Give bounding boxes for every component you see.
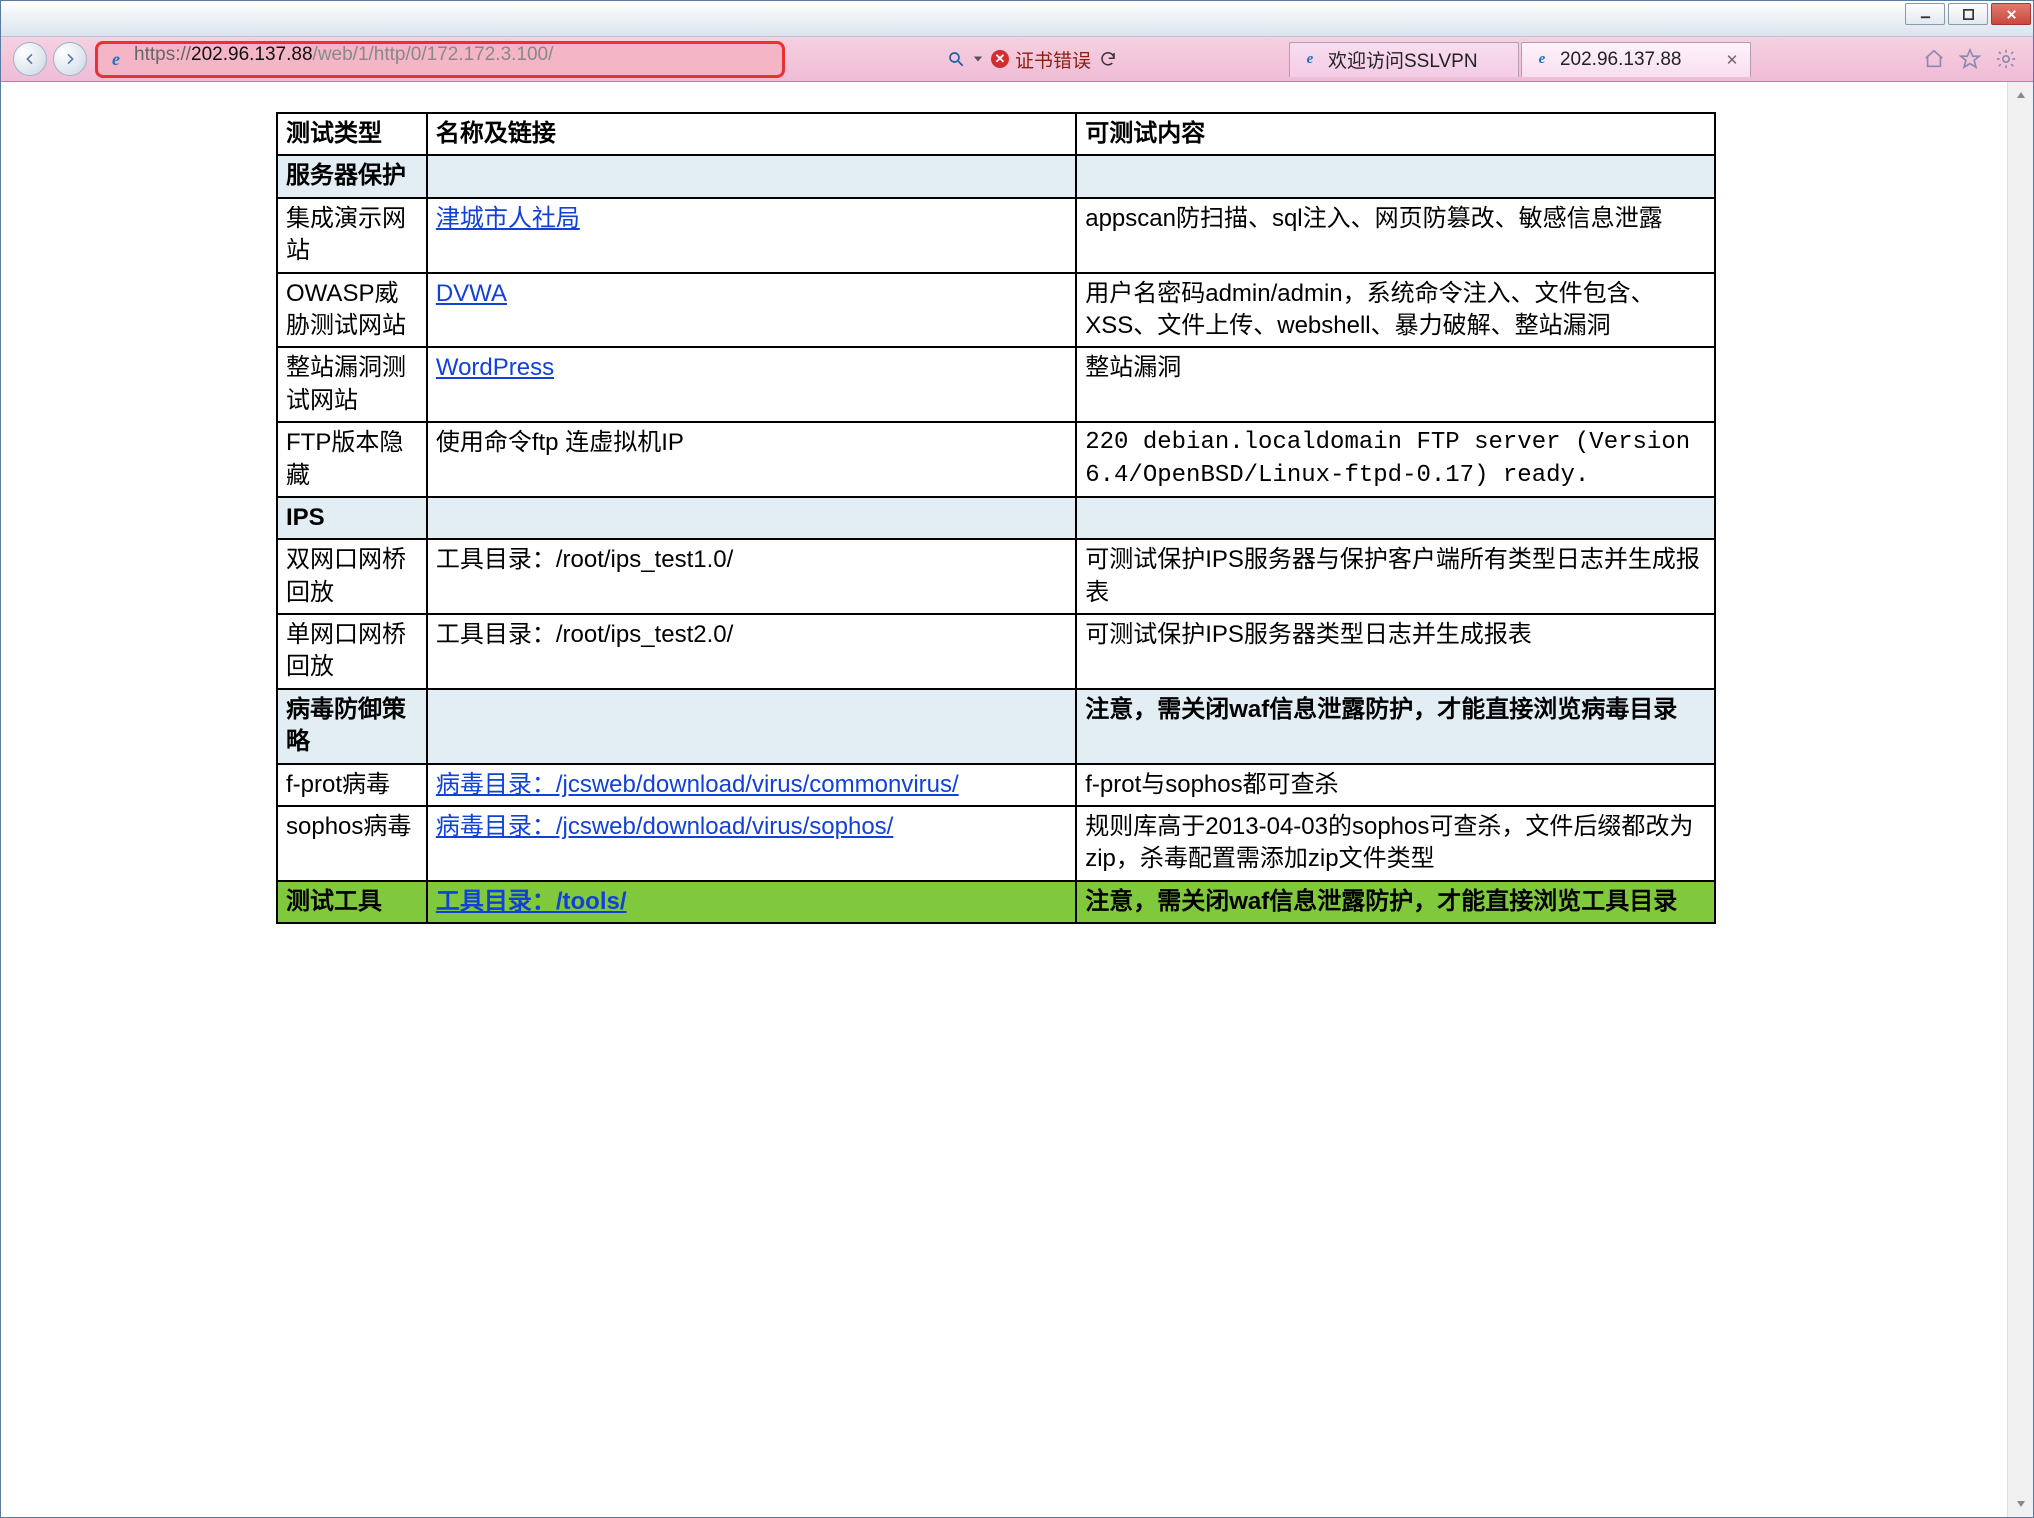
cell-type: sophos病毒 xyxy=(277,806,427,881)
settings-icon[interactable] xyxy=(1995,48,2017,70)
address-bar-highlighted[interactable]: e https://202.96.137.88/web/1/http/0/172… xyxy=(95,41,785,78)
table-row: sophos病毒病毒目录：/jcsweb/download/virus/soph… xyxy=(277,806,1715,881)
tab-label: 欢迎访问SSLVPN xyxy=(1328,46,1508,73)
cell-content: 220 debian.localdomain FTP server (Versi… xyxy=(1076,422,1715,497)
window-minimize-button[interactable] xyxy=(1905,3,1945,25)
favorites-icon[interactable] xyxy=(1959,48,1981,70)
table-row: 病毒防御策略 注意，需关闭waf信息泄露防护，才能直接浏览病毒目录 xyxy=(277,689,1715,764)
cell-content: 规则库高于2013-04-03的sophos可查杀，文件后缀都改为zip，杀毒配… xyxy=(1076,806,1715,881)
cell-content: 可测试保护IPS服务器与保护客户端所有类型日志并生成报表 xyxy=(1076,539,1715,614)
cell-name: 使用命令ftp 连虚拟机IP xyxy=(427,422,1076,497)
cell-content: 注意，需关闭waf信息泄露防护，才能直接浏览工具目录 xyxy=(1076,881,1715,923)
tab-current[interactable]: e 202.96.137.88 ✕ xyxy=(1521,42,1751,77)
window-titlebar xyxy=(1,1,2033,37)
tab-strip: e 欢迎访问SSLVPN e 202.96.137.88 ✕ xyxy=(1289,37,1751,81)
table-row: f-prot病毒病毒目录：/jcsweb/download/virus/comm… xyxy=(277,764,1715,806)
ie-favicon-icon: e xyxy=(1532,50,1552,70)
url-path: /web/1/http/0/172.172.3.100/ xyxy=(313,44,554,65)
table-header-type: 测试类型 xyxy=(277,113,427,155)
search-dropdown-icon[interactable] xyxy=(973,54,983,64)
cell-type: 病毒防御策略 xyxy=(277,689,427,764)
cell-type: f-prot病毒 xyxy=(277,764,427,806)
test-table: 测试类型 名称及链接 可测试内容 服务器保护集成演示网站津城市人社局 appsca… xyxy=(276,112,1716,924)
cell-type: 服务器保护 xyxy=(277,155,427,197)
certificate-error-indicator[interactable]: ✕ 证书错误 xyxy=(991,46,1091,73)
table-row: IPS xyxy=(277,497,1715,539)
cell-name: 工具目录：/tools/ xyxy=(427,881,1076,923)
table-row: 测试工具工具目录：/tools/注意，需关闭waf信息泄露防护，才能直接浏览工具… xyxy=(277,881,1715,923)
table-link[interactable]: 病毒目录：/jcsweb/download/virus/commonvirus/ xyxy=(436,771,959,798)
table-header-row: 测试类型 名称及链接 可测试内容 xyxy=(277,113,1715,155)
table-row: 集成演示网站津城市人社局 appscan防扫描、sql注入、网页防篡改、敏感信息泄… xyxy=(277,198,1715,273)
cell-type: 集成演示网站 xyxy=(277,198,427,273)
nav-bar: e https://202.96.137.88/web/1/http/0/172… xyxy=(1,37,2033,82)
scroll-up-icon[interactable] xyxy=(2008,82,2033,108)
window-maximize-button[interactable] xyxy=(1948,3,1988,25)
cell-name: 病毒目录：/jcsweb/download/virus/sophos/ xyxy=(427,806,1076,881)
table-row: 双网口网桥回放工具目录：/root/ips_test1.0/可测试保护IPS服务… xyxy=(277,539,1715,614)
cell-name xyxy=(427,497,1076,539)
ie-favicon-icon: e xyxy=(1300,50,1320,70)
ie-favicon-icon: e xyxy=(106,49,126,69)
tab-sslvpn[interactable]: e 欢迎访问SSLVPN xyxy=(1289,42,1519,77)
url-display[interactable]: https://202.96.137.88/web/1/http/0/172.1… xyxy=(134,44,772,75)
page-content: 测试类型 名称及链接 可测试内容 服务器保护集成演示网站津城市人社局 appsca… xyxy=(1,82,2007,1517)
table-row: 单网口网桥回放工具目录：/root/ips_test2.0/可测试保护IPS服务… xyxy=(277,614,1715,689)
cell-name: WordPress xyxy=(427,347,1076,422)
cell-type: 测试工具 xyxy=(277,881,427,923)
cell-type: 双网口网桥回放 xyxy=(277,539,427,614)
cell-content: 用户名密码admin/admin，系统命令注入、文件包含、XSS、文件上传、we… xyxy=(1076,273,1715,348)
table-link[interactable]: 病毒目录：/jcsweb/download/virus/sophos/ xyxy=(436,813,894,840)
table-link[interactable]: 工具目录：/tools/ xyxy=(436,888,627,915)
table-row: OWASP威胁测试网站 DVWA 用户名密码admin/admin，系统命令注入、文… xyxy=(277,273,1715,348)
tab-label: 202.96.137.88 xyxy=(1560,49,1716,71)
cell-content: 可测试保护IPS服务器类型日志并生成报表 xyxy=(1076,614,1715,689)
nav-back-button[interactable] xyxy=(13,42,47,76)
cell-name: 病毒目录：/jcsweb/download/virus/commonvirus/ xyxy=(427,764,1076,806)
cell-content: 整站漏洞 xyxy=(1076,347,1715,422)
url-protocol: https:// xyxy=(134,44,191,65)
cell-type: IPS xyxy=(277,497,427,539)
table-link[interactable]: DVWA xyxy=(436,280,507,307)
vertical-scrollbar[interactable] xyxy=(2007,82,2033,1517)
cell-type: 整站漏洞测试网站 xyxy=(277,347,427,422)
search-icon[interactable] xyxy=(947,50,965,68)
url-host: 202.96.137.88 xyxy=(191,44,313,65)
cell-content: f-prot与sophos都可查杀 xyxy=(1076,764,1715,806)
table-header-name: 名称及链接 xyxy=(427,113,1076,155)
cell-name: DVWA xyxy=(427,273,1076,348)
scroll-down-icon[interactable] xyxy=(2008,1491,2033,1517)
cell-name xyxy=(427,689,1076,764)
cell-name: 津城市人社局 xyxy=(427,198,1076,273)
cell-name xyxy=(427,155,1076,197)
refresh-icon[interactable] xyxy=(1099,50,1117,68)
cert-error-badge-icon: ✕ xyxy=(991,50,1009,68)
window-close-button[interactable] xyxy=(1991,3,2031,25)
table-link[interactable]: 津城市人社局 xyxy=(436,205,580,232)
table-row: 整站漏洞测试网站 WordPress 整站漏洞 xyxy=(277,347,1715,422)
cert-error-label: 证书错误 xyxy=(1015,46,1091,73)
cell-name: 工具目录：/root/ips_test1.0/ xyxy=(427,539,1076,614)
home-icon[interactable] xyxy=(1923,48,1945,70)
cell-type: FTP版本隐藏 xyxy=(277,422,427,497)
cell-content xyxy=(1076,497,1715,539)
table-row: 服务器保护 xyxy=(277,155,1715,197)
table-row: FTP版本隐藏使用命令ftp 连虚拟机IP220 debian.localdom… xyxy=(277,422,1715,497)
tab-close-icon[interactable]: ✕ xyxy=(1724,52,1740,68)
cell-content: appscan防扫描、sql注入、网页防篡改、敏感信息泄露 xyxy=(1076,198,1715,273)
cell-type: OWASP威胁测试网站 xyxy=(277,273,427,348)
cell-content: 注意，需关闭waf信息泄露防护，才能直接浏览病毒目录 xyxy=(1076,689,1715,764)
nav-forward-button[interactable] xyxy=(53,42,87,76)
table-link[interactable]: WordPress xyxy=(436,354,554,381)
cell-content xyxy=(1076,155,1715,197)
cell-name: 工具目录：/root/ips_test2.0/ xyxy=(427,614,1076,689)
table-header-content: 可测试内容 xyxy=(1076,113,1715,155)
cell-type: 单网口网桥回放 xyxy=(277,614,427,689)
